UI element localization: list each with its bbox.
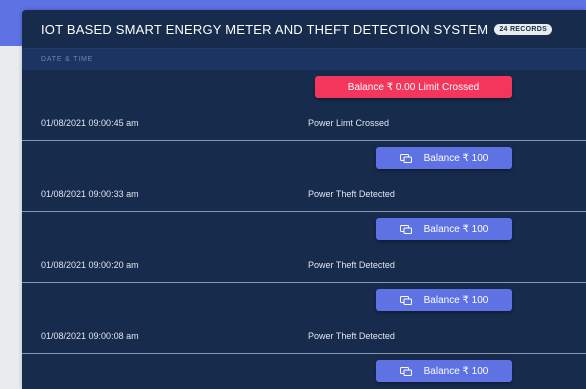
- table-row: 01/08/2021 09:00:33 am Power Theft Detec…: [22, 176, 586, 212]
- table-row: 01/08/2021 09:00:20 am Power Theft Detec…: [22, 247, 586, 283]
- status-cell: Power Theft Detected: [308, 330, 395, 341]
- table-row-action: Balance ₹ 100: [22, 354, 586, 389]
- button-label: Balance ₹ 0.00 Limit Crossed: [347, 81, 480, 93]
- balance-limit-crossed-button[interactable]: Balance ₹ 0.00 Limit Crossed: [315, 76, 512, 98]
- table-row: 01/08/2021 09:00:08 am Power Theft Detec…: [22, 318, 586, 354]
- status-cell: Power Theft Detected: [308, 188, 395, 199]
- table-row: 01/08/2021 09:00:45 am Power Limt Crosse…: [22, 105, 586, 141]
- wallet-icon: [399, 295, 412, 305]
- date-time-cell: 01/08/2021 09:00:20 am: [41, 259, 139, 270]
- button-label: Balance ₹ 100: [423, 365, 489, 377]
- wallet-icon: [399, 224, 412, 234]
- status-cell: Power Theft Detected: [308, 259, 395, 270]
- table-header: DATE & TIME: [22, 48, 586, 70]
- table-row-action: Balance ₹ 0.00 Limit Crossed: [22, 70, 586, 105]
- wallet-icon: [399, 153, 412, 163]
- balance-button[interactable]: Balance ₹ 100: [376, 360, 512, 382]
- wallet-icon: [399, 366, 412, 376]
- records-count-badge: 24 RECORDS: [494, 23, 553, 35]
- table-row-action: Balance ₹ 100: [22, 283, 586, 318]
- date-time-cell: 01/08/2021 09:00:33 am: [41, 188, 139, 199]
- balance-button[interactable]: Balance ₹ 100: [376, 289, 512, 311]
- status-cell: Power Limt Crossed: [308, 117, 390, 128]
- balance-button[interactable]: Balance ₹ 100: [376, 147, 512, 169]
- table-row-action: Balance ₹ 100: [22, 212, 586, 247]
- page-title: IOT BASED SMART ENERGY METER AND THEFT D…: [41, 21, 489, 37]
- button-label: Balance ₹ 100: [423, 223, 489, 235]
- column-header-date-time: DATE & TIME: [41, 56, 94, 63]
- button-label: Balance ₹ 100: [423, 294, 489, 306]
- table-row-action: Balance ₹ 100: [22, 141, 586, 176]
- card-header: IOT BASED SMART ENERGY METER AND THEFT D…: [22, 10, 586, 48]
- records-card: IOT BASED SMART ENERGY METER AND THEFT D…: [22, 10, 586, 389]
- button-label: Balance ₹ 100: [423, 152, 489, 164]
- date-time-cell: 01/08/2021 09:00:08 am: [41, 330, 139, 341]
- date-time-cell: 01/08/2021 09:00:45 am: [41, 117, 139, 128]
- balance-button[interactable]: Balance ₹ 100: [376, 218, 512, 240]
